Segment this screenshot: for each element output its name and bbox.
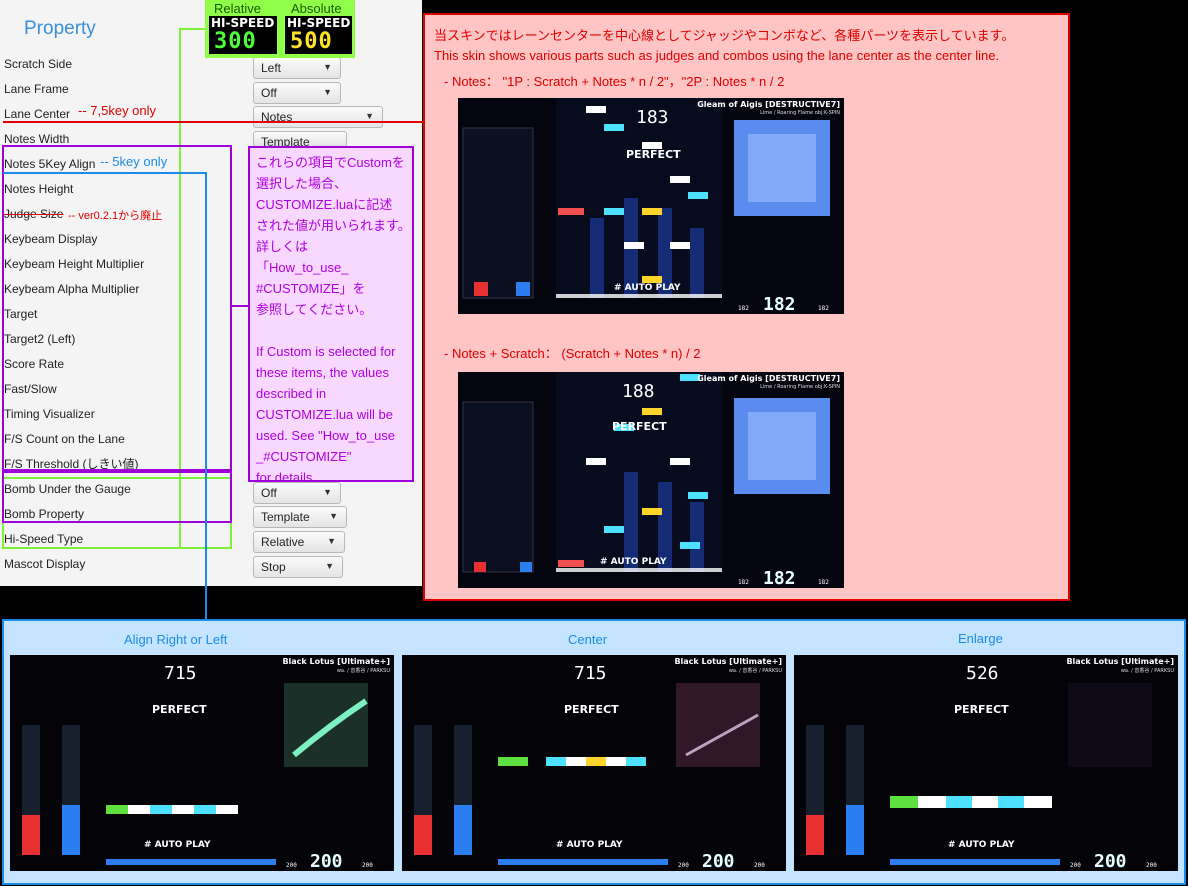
play-field	[402, 655, 786, 871]
song-title: Black Lotus [Ultimate+]	[674, 657, 782, 666]
combo-count: 526	[966, 663, 999, 684]
header-align: Align Right or Left	[124, 632, 228, 647]
auto-play-label: # AUTO PLAY	[614, 283, 681, 293]
bpm-value: 200	[1094, 851, 1127, 871]
bpm-max: 200	[754, 862, 765, 869]
song-artist: wa. / 音香谷 / PARKSU	[336, 668, 390, 674]
header-enlarge: Enlarge	[958, 631, 1003, 646]
judge-text: PERFECT	[564, 703, 619, 716]
judge-text: PERFECT	[152, 703, 207, 716]
game-screen-notes-scratch: Gleam of Aigis [DESTRUCTIVE7] Lime / Roa…	[458, 372, 844, 588]
song-title: Black Lotus [Ultimate+]	[1066, 657, 1174, 666]
combo-count: 188	[622, 381, 655, 402]
red-line-jp: 当スキンではレーンセンターを中心線としてジャッジやコンボなど、各種パーツを表示し…	[434, 28, 1015, 43]
bpm-min: 200	[678, 862, 689, 869]
relative-label: Relative	[214, 1, 261, 16]
customize-note-box: これらの項目でCustomを 選択した場合、 CUSTOMIZE.luaに記述 …	[248, 146, 414, 485]
song-artist: wa. / 音香谷 / PARKSU	[1120, 668, 1174, 674]
customize-note-en: If Custom is selected for these items, t…	[256, 344, 396, 485]
game-screen-notes: Gleam of Aigis [DESTRUCTIVE7] Lime / Roa…	[458, 98, 844, 314]
customize-note-jp: これらの項目でCustomを 選択した場合、 CUSTOMIZE.luaに記述 …	[256, 155, 411, 317]
bpm-max: 200	[1146, 862, 1157, 869]
song-title: Gleam of Aigis [DESTRUCTIVE7]	[697, 100, 840, 109]
bpm-value: 200	[310, 851, 343, 871]
absolute-hs-value: 500	[290, 29, 333, 54]
bpm-max: 200	[362, 862, 373, 869]
red-line-notes: - Notes： "1P : Scratch + Notes * n / 2"，…	[444, 74, 785, 89]
red-line-notes-scratch: - Notes + Scratch： (Scratch + Notes * n)…	[444, 346, 701, 361]
absolute-label: Absolute	[291, 1, 342, 16]
game-screen-enlarge: Black Lotus [Ultimate+] wa. / 音香谷 / PARK…	[794, 655, 1178, 871]
song-artist: Lime / Roaring Flame obj:K-SPIN	[760, 110, 840, 116]
relative-hs-head: HI-SPEED	[211, 16, 275, 30]
bpm-value: 182	[763, 568, 796, 588]
bpm-min: 182	[738, 305, 749, 312]
judge-text: PERFECT	[626, 148, 681, 161]
game-screen-center: Black Lotus [Ultimate+] wa. / 音香谷 / PARK…	[402, 655, 786, 871]
header-center: Center	[568, 632, 608, 647]
combo-count: 715	[164, 663, 197, 684]
play-field	[794, 655, 1178, 871]
relative-hs-value: 300	[214, 29, 257, 54]
song-title: Black Lotus [Ultimate+]	[282, 657, 390, 666]
auto-play-label: # AUTO PLAY	[948, 840, 1015, 850]
combo-count: 715	[574, 663, 607, 684]
bpm-max: 182	[818, 579, 829, 586]
play-field	[10, 655, 394, 871]
game-screen-align: Black Lotus [Ultimate+] wa. / 音香谷 / PARK…	[10, 655, 394, 871]
auto-play-label: # AUTO PLAY	[144, 840, 211, 850]
red-line-en: This skin shows various parts such as ju…	[434, 48, 1000, 63]
bpm-min: 200	[1070, 862, 1081, 869]
bpm-min: 182	[738, 579, 749, 586]
auto-play-label: # AUTO PLAY	[556, 840, 623, 850]
song-artist: wa. / 音香谷 / PARKSU	[728, 668, 782, 674]
song-title: Gleam of Aigis [DESTRUCTIVE7]	[697, 374, 840, 383]
bpm-min: 200	[286, 862, 297, 869]
song-artist: Lime / Roaring Flame obj:K-SPIN	[760, 384, 840, 390]
bpm-max: 182	[818, 305, 829, 312]
bpm-value: 182	[763, 294, 796, 314]
bpm-value: 200	[702, 851, 735, 871]
judge-text: PERFECT	[954, 703, 1009, 716]
combo-count: 183	[636, 107, 669, 128]
play-field	[458, 372, 844, 588]
auto-play-label: # AUTO PLAY	[600, 557, 667, 567]
judge-text: PERFECT	[612, 420, 667, 433]
play-field	[458, 98, 844, 314]
absolute-hs-head: HI-SPEED	[287, 16, 351, 30]
